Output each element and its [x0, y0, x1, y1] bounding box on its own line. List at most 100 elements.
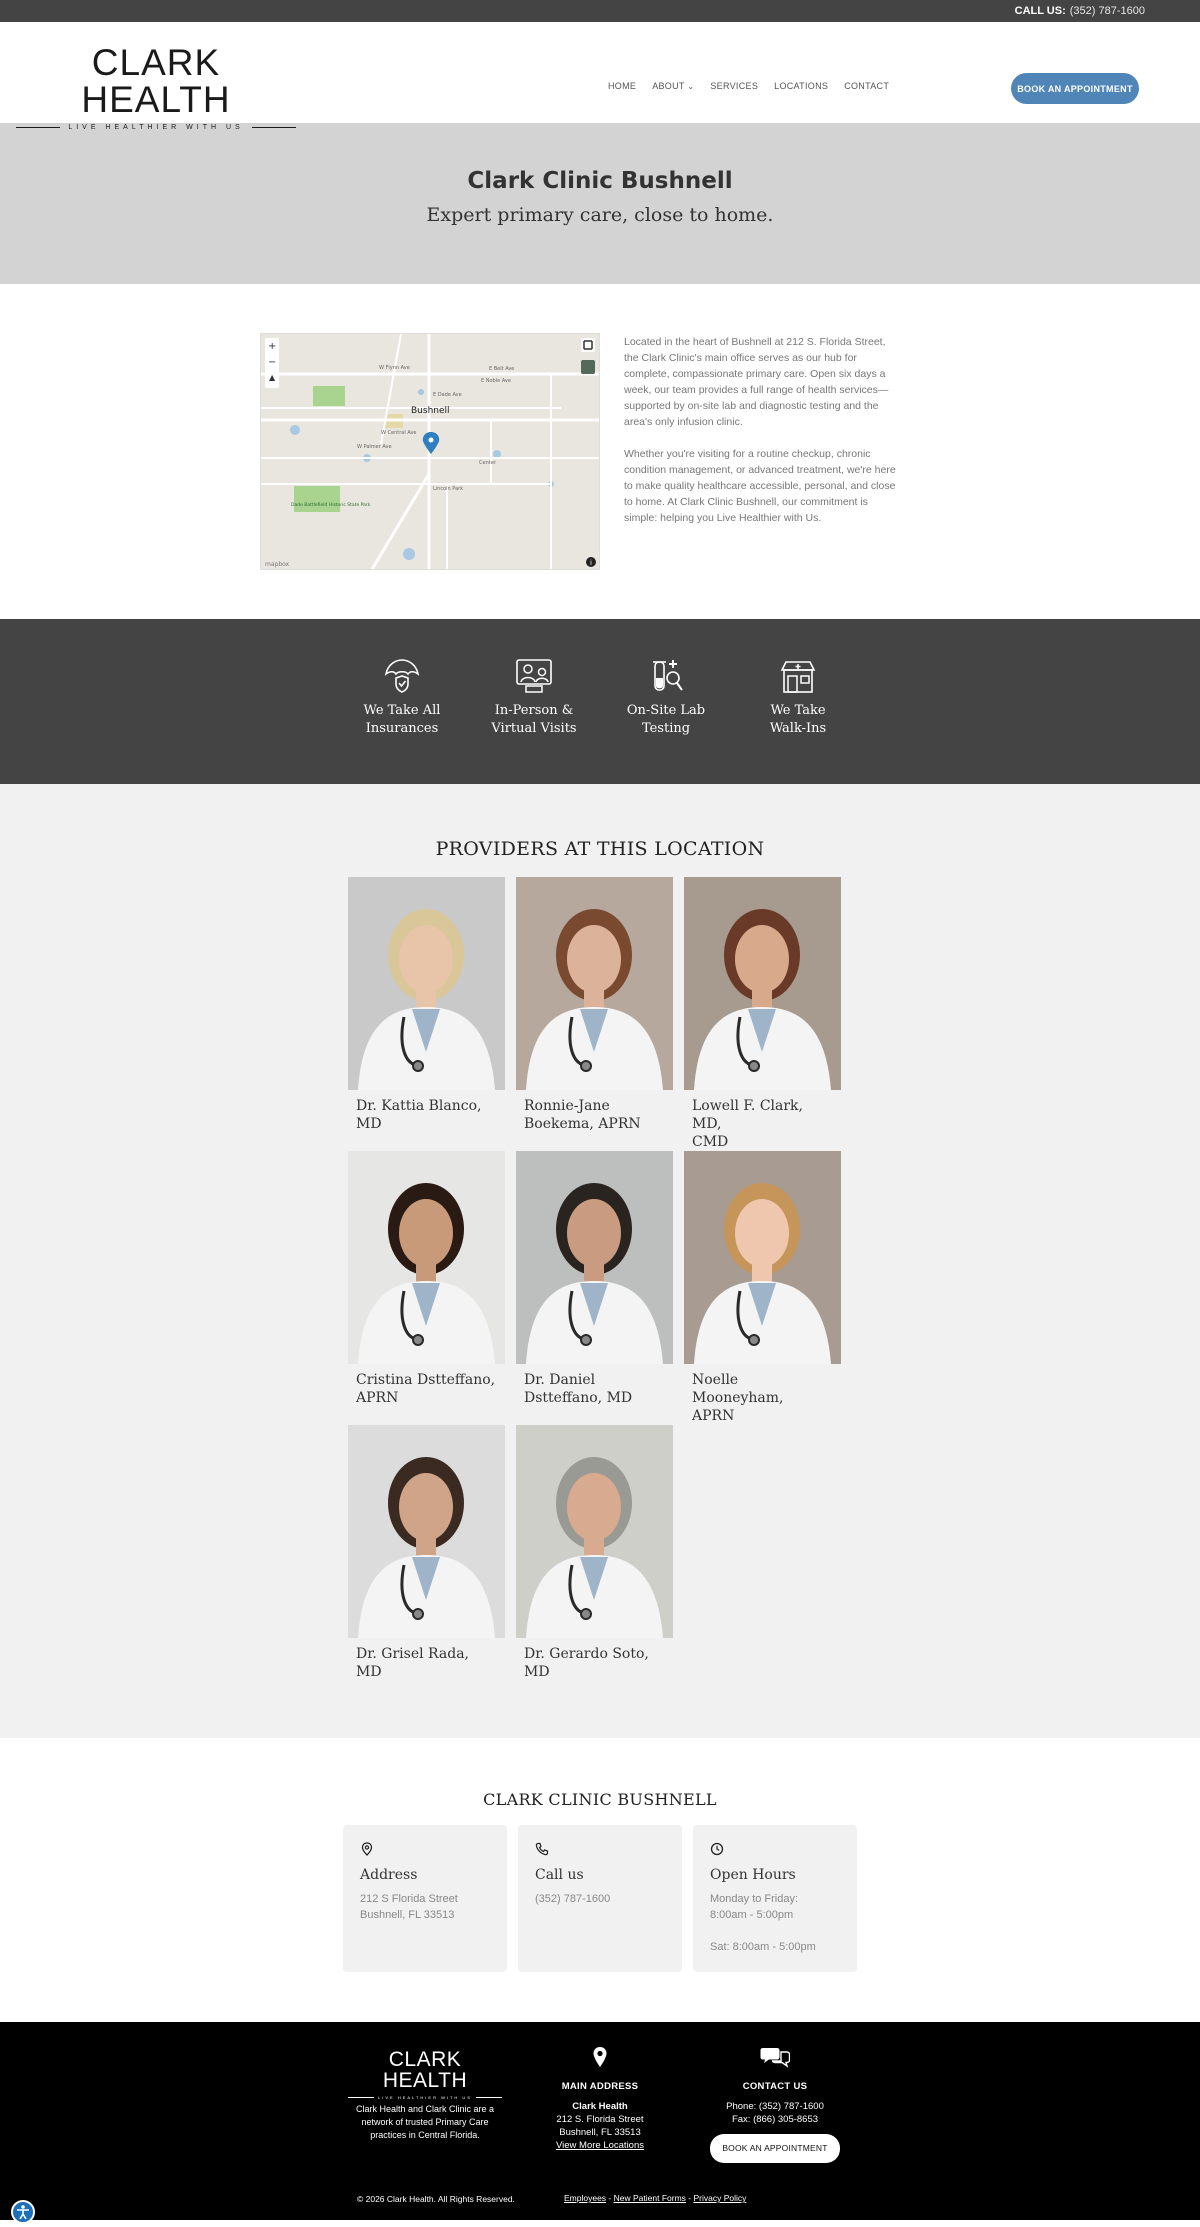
- call-phone-link[interactable]: (352) 787-1600: [535, 1891, 665, 1907]
- provider-portrait: [516, 1151, 673, 1364]
- provider-card[interactable]: Dr. Grisel Rada, MD: [348, 1425, 505, 1699]
- footer-links: Employees - New Patient Forms - Privacy …: [564, 2193, 747, 2203]
- svg-text:Lincoln Park: Lincoln Park: [433, 486, 463, 492]
- provider-card[interactable]: Dr. Kattia Blanco, MD: [348, 877, 505, 1151]
- chat-bubbles-icon: [760, 2048, 791, 2068]
- provider-name[interactable]: Noelle Mooneyham, APRN: [684, 1364, 841, 1425]
- svg-text:W Central Ave: W Central Ave: [381, 430, 417, 436]
- provider-photo[interactable]: [516, 1151, 673, 1364]
- svg-text:E Noble Ave: E Noble Ave: [481, 378, 511, 384]
- accessibility-icon[interactable]: [11, 2200, 35, 2224]
- nav-contact[interactable]: CONTACT: [844, 81, 889, 91]
- about-text: Located in the heart of Bushnell at 212 …: [624, 334, 900, 526]
- site-header: CLARK HEALTH LIVE HEALTHIER WITH US HOME…: [0, 22, 1200, 131]
- copyright: © 2026 Clark Health. All Rights Reserved…: [357, 2194, 515, 2204]
- top-bar: CALL US: (352) 787-1600: [0, 0, 1200, 22]
- map-credit: mapbox: [265, 561, 290, 568]
- top-phone-link[interactable]: (352) 787-1600: [1070, 5, 1145, 17]
- about-paragraph-1: Located in the heart of Bushnell at 212 …: [624, 336, 889, 428]
- provider-name[interactable]: Ronnie-Jane Boekema, APRN: [516, 1090, 673, 1133]
- provider-name[interactable]: Lowell F. Clark, MD, CMD: [684, 1090, 841, 1151]
- call-title: Call us: [535, 1867, 584, 1883]
- call-card: Call us (352) 787-1600: [518, 1825, 682, 1972]
- clock-icon: [710, 1842, 724, 1856]
- map-satellite-toggle[interactable]: [581, 360, 595, 374]
- phone-icon: [535, 1842, 549, 1856]
- feature-visits: In-Person & Virtual Visits: [468, 656, 600, 784]
- svg-text:+: +: [268, 341, 276, 352]
- map-canvas: Bushnell W Flynn Ave E Noble Ave E Dade …: [261, 334, 599, 569]
- provider-name[interactable]: Dr. Gerardo Soto, MD: [516, 1638, 673, 1681]
- feature-insurances: We Take All Insurances: [336, 656, 468, 784]
- provider-name[interactable]: Cristina Dstteffano, APRN: [348, 1364, 505, 1407]
- providers-heading: PROVIDERS AT THIS LOCATION: [435, 838, 765, 860]
- provider-card[interactable]: Dr. Gerardo Soto, MD: [516, 1425, 673, 1699]
- contact-heading: CONTACT US: [742, 2081, 808, 2092]
- new-patient-forms-link[interactable]: New Patient Forms: [614, 2193, 686, 2203]
- nav-locations[interactable]: LOCATIONS: [774, 81, 828, 91]
- providers-section: PROVIDERS AT THIS LOCATION Dr. Kattia Bl…: [0, 784, 1200, 1738]
- footer-contact-col: CONTACT US Phone: (352) 787-1600 Fax: (8…: [695, 2046, 855, 2163]
- view-more-locations-link[interactable]: View More Locations: [556, 2140, 644, 2151]
- svg-text:−: −: [268, 357, 276, 368]
- svg-text:i: i: [590, 559, 592, 567]
- privacy-policy-link[interactable]: Privacy Policy: [693, 2193, 746, 2203]
- provider-card[interactable]: Dr. Daniel Dstteffano, MD: [516, 1151, 673, 1425]
- video-visit-icon: [516, 659, 552, 693]
- provider-portrait: [348, 1425, 505, 1638]
- map-state-park: [294, 486, 340, 512]
- map-fullscreen-icon[interactable]: [581, 338, 595, 352]
- feature-lab: On-Site Lab Testing: [600, 656, 732, 784]
- clinic-building-icon: [780, 661, 816, 693]
- svg-text:Center: Center: [479, 460, 497, 466]
- provider-photo[interactable]: [684, 877, 841, 1090]
- svg-text:▲: ▲: [269, 373, 276, 382]
- provider-portrait: [348, 877, 505, 1090]
- feature-walkins: We Take Walk-Ins: [732, 656, 864, 784]
- provider-card[interactable]: Lowell F. Clark, MD, CMD: [684, 877, 841, 1151]
- provider-card[interactable]: Cristina Dstteffano, APRN: [348, 1151, 505, 1425]
- svg-text:W Flynn Ave: W Flynn Ave: [379, 365, 410, 371]
- provider-photo[interactable]: [684, 1151, 841, 1364]
- location-info-section: CLARK CLINIC BUSHNELL Address 212 S Flor…: [0, 1738, 1200, 2022]
- location-map[interactable]: Bushnell W Flynn Ave E Noble Ave E Dade …: [260, 333, 600, 570]
- chevron-down-icon: ⌄: [687, 82, 695, 91]
- umbrella-shield-icon: [384, 659, 420, 693]
- about-paragraph-2: Whether you're visiting for a routine ch…: [624, 448, 896, 524]
- site-logo[interactable]: CLARK HEALTH LIVE HEALTHIER WITH US: [16, 42, 297, 131]
- footer-phone[interactable]: Phone: (352) 787-1600: [695, 2100, 855, 2113]
- map-park: [313, 386, 345, 406]
- page-subtitle: Expert primary care, close to home.: [426, 204, 774, 226]
- svg-text:Dade Battlefield Historic Stat: Dade Battlefield Historic State Park: [291, 502, 371, 508]
- provider-name[interactable]: Dr. Daniel Dstteffano, MD: [516, 1364, 673, 1407]
- provider-photo[interactable]: [348, 1425, 505, 1638]
- site-footer: CLARK HEALTH LIVE HEALTHIER WITH US Clar…: [0, 2022, 1200, 2224]
- logo-tagline: LIVE HEALTHIER WITH US: [68, 124, 244, 131]
- provider-photo[interactable]: [348, 1151, 505, 1364]
- footer-book-appointment-button[interactable]: BOOK AN APPOINTMENT: [710, 2134, 840, 2163]
- provider-name[interactable]: Dr. Kattia Blanco, MD: [348, 1090, 505, 1133]
- provider-card[interactable]: Ronnie-Jane Boekema, APRN: [516, 877, 673, 1151]
- provider-name[interactable]: Dr. Grisel Rada, MD: [348, 1638, 505, 1681]
- logo-brand: CLARK HEALTH: [81, 42, 231, 120]
- call-label: CALL US:: [1014, 5, 1066, 17]
- book-appointment-button[interactable]: BOOK AN APPOINTMENT: [1011, 73, 1139, 104]
- map-pin-icon: [361, 1842, 373, 1856]
- footer-logo[interactable]: CLARK HEALTH LIVE HEALTHIER WITH US: [348, 2049, 502, 2100]
- svg-text:E Belt Ave: E Belt Ave: [489, 366, 514, 372]
- logo-rule-right: [251, 127, 297, 128]
- provider-card[interactable]: Noelle Mooneyham, APRN: [684, 1151, 841, 1425]
- footer-about: Clark Health and Clark Clinic are a netw…: [355, 2104, 495, 2140]
- provider-photo[interactable]: [348, 877, 505, 1090]
- employees-link[interactable]: Employees: [564, 2193, 606, 2203]
- main-nav: HOME ABOUT ⌄ SERVICES LOCATIONS CONTACT: [608, 81, 889, 91]
- logo-rule-left: [16, 127, 61, 128]
- provider-photo[interactable]: [516, 877, 673, 1090]
- nav-services[interactable]: SERVICES: [710, 81, 758, 91]
- nav-home[interactable]: HOME: [608, 81, 636, 91]
- hero-banner: Clark Clinic Bushnell Expert primary car…: [0, 123, 1200, 284]
- page-title: Clark Clinic Bushnell: [467, 168, 733, 194]
- nav-about[interactable]: ABOUT ⌄: [652, 81, 694, 91]
- provider-grid: Dr. Kattia Blanco, MD Ronnie-Jane Boekema,…: [348, 877, 852, 1699]
- provider-photo[interactable]: [516, 1425, 673, 1638]
